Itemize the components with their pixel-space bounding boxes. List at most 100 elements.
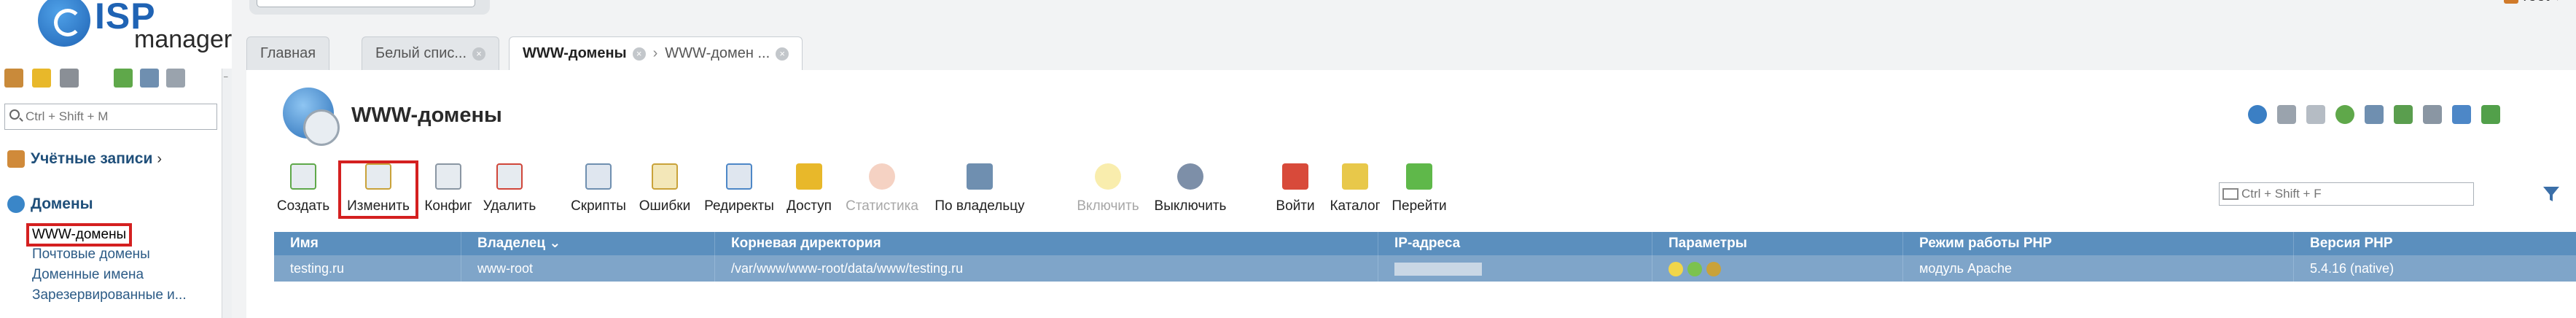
toolbar-by-owner-button[interactable]: По владельцу [929, 160, 1031, 219]
briefcase-icon[interactable] [60, 69, 79, 88]
lock-icon [796, 163, 822, 190]
table-filter-input[interactable] [2241, 185, 2469, 203]
column-label: Владелец [477, 236, 546, 251]
help-icon[interactable] [2452, 105, 2471, 124]
tab-www-domains[interactable]: WWW-домены × › WWW-домен ... × [509, 36, 803, 71]
chevron-right-icon: › [157, 151, 163, 167]
sidebar-group-label: Домены [31, 195, 93, 212]
sidebar-item-domain-names[interactable]: Доменные имена [32, 267, 144, 283]
column-php-version[interactable]: Версия PHP [2293, 232, 2576, 255]
logo-mark-icon [38, 0, 90, 47]
print-icon[interactable] [2423, 105, 2442, 124]
toolbar-create-button[interactable]: Создать [276, 160, 331, 219]
close-icon[interactable]: × [472, 47, 486, 61]
toolbar-scripts-button[interactable]: Скрипты [566, 160, 631, 219]
column-root-dir[interactable]: Корневая директория [714, 232, 1378, 255]
sidebar-menu-icon[interactable] [4, 69, 23, 88]
collapse-symbol: – [224, 73, 228, 81]
toolbar-disable-button[interactable]: Выключить [1147, 160, 1233, 219]
toolbar-button-label: Скрипты [571, 198, 626, 214]
column-php-mode[interactable]: Режим работы PHP [1902, 232, 2293, 255]
column-name[interactable]: Имя [274, 232, 461, 255]
globe-icon [7, 195, 25, 214]
export-icon[interactable] [2394, 105, 2413, 124]
sidebar-item-mail-domains[interactable]: Почтовые домены [32, 247, 150, 263]
sidebar-group-domains[interactable]: Домены [7, 195, 93, 214]
filter-owner-icon [967, 163, 993, 190]
toolbar-access-button[interactable]: Доступ [781, 160, 837, 219]
toolbar-button-label: Изменить [347, 198, 410, 214]
folder-icon [1342, 163, 1368, 190]
toolbar-statistics-button[interactable]: Статистика [838, 160, 926, 219]
tab-sub-www-domain[interactable]: WWW-домен ... [665, 45, 770, 61]
toolbar-button-label: Конфиг [424, 198, 472, 214]
cell-name: testing.ru [290, 261, 345, 276]
masked-ip [1394, 263, 1482, 276]
collapse-all-icon[interactable] [140, 69, 159, 88]
tab-whitelist[interactable]: Белый спис... × [362, 36, 500, 70]
global-search[interactable] [257, 0, 475, 7]
toolbar-edit-button[interactable]: Изменить [338, 160, 418, 219]
star-icon[interactable] [2277, 105, 2296, 124]
cell-root-dir: /var/www/www-root/data/www/testing.ru [714, 255, 1378, 282]
toolbar-redirects-button[interactable]: Редиректы [700, 160, 778, 219]
tab-home[interactable]: Главная [246, 36, 330, 70]
toolbar-enable-button[interactable]: Включить [1070, 160, 1146, 219]
toolbar-button-label: Доступ [787, 198, 832, 214]
toolbar-login-button[interactable]: Войти [1270, 160, 1321, 219]
toolbar-errors-button[interactable]: Ошибки [634, 160, 695, 219]
filter-button[interactable] [2541, 184, 2561, 204]
column-owner[interactable]: Владелец ⌄ [461, 232, 714, 255]
search-icon [9, 109, 20, 120]
pin-icon[interactable] [2306, 105, 2325, 124]
toolbar-button-label: Ошибки [639, 198, 691, 214]
isp-manager-logo[interactable]: ISP manager [38, 0, 232, 53]
sidebar-search-input[interactable] [26, 107, 215, 126]
edit-icon [365, 163, 391, 190]
login-icon [1282, 163, 1308, 190]
column-ip[interactable]: IP-адреса [1378, 232, 1652, 255]
globe-icon[interactable] [2335, 105, 2354, 124]
table-row[interactable]: testing.ru www-root /var/www/www-root/da… [274, 255, 2576, 282]
sidebar-group-accounts[interactable]: Учётные записи › [7, 150, 162, 168]
toolbar-button-label: Редиректы [704, 198, 774, 214]
cell-owner: www-root [461, 255, 714, 282]
toolbar-button-label: Войти [1276, 198, 1315, 214]
user-name: root [2523, 0, 2549, 4]
close-icon[interactable]: × [632, 47, 646, 61]
php-icon [1687, 262, 1702, 277]
sidebar-item-www-domains[interactable]: WWW-домены [26, 223, 133, 247]
columns-icon[interactable] [2365, 105, 2384, 124]
main-panel: WWW-домены Создать Изменить Конфиг Удали… [246, 70, 2576, 318]
sidebar-collapse-handle[interactable]: – [222, 69, 232, 318]
sidebar-group-label: Учётные записи [31, 150, 153, 167]
pin-icon[interactable] [166, 69, 185, 88]
toolbar-delete-button[interactable]: Удалить [478, 160, 541, 219]
sidebar-search[interactable] [4, 104, 217, 130]
sidebar-item-reserved[interactable]: Зарезервированные и... [32, 287, 187, 303]
errors-icon [652, 163, 678, 190]
favorites-star-icon[interactable] [32, 69, 51, 88]
logo-text-manager: manager [134, 26, 233, 53]
global-search-input[interactable] [257, 0, 475, 7]
settings-icon[interactable] [2481, 105, 2500, 124]
close-icon[interactable]: × [776, 47, 789, 61]
cell-php-version: 5.4.16 (native) [2293, 255, 2576, 282]
cell-php-mode: модуль Apache [1902, 255, 2293, 282]
user-menu[interactable]: root ▾ [2504, 0, 2561, 5]
toolbar-config-button[interactable]: Конфиг [421, 160, 475, 219]
delete-icon [496, 163, 523, 190]
expand-all-icon[interactable] [114, 69, 133, 88]
refresh-icon[interactable] [2248, 105, 2267, 124]
panel-tools [2248, 105, 2569, 127]
cell-params [1652, 255, 1902, 282]
toolbar-button-label: Включить [1077, 198, 1139, 214]
toolbar-catalog-button[interactable]: Каталог [1324, 160, 1386, 219]
toolbar-goto-button[interactable]: Перейти [1388, 160, 1451, 219]
breadcrumb-separator: › [652, 45, 658, 61]
cgi-icon [1706, 262, 1721, 277]
toolbar: Создать Изменить Конфиг Удалить Скрипты … [276, 160, 1660, 219]
table-filter[interactable] [2219, 182, 2474, 206]
column-params[interactable]: Параметры [1652, 232, 1902, 255]
bulb-on-icon [1095, 163, 1121, 190]
